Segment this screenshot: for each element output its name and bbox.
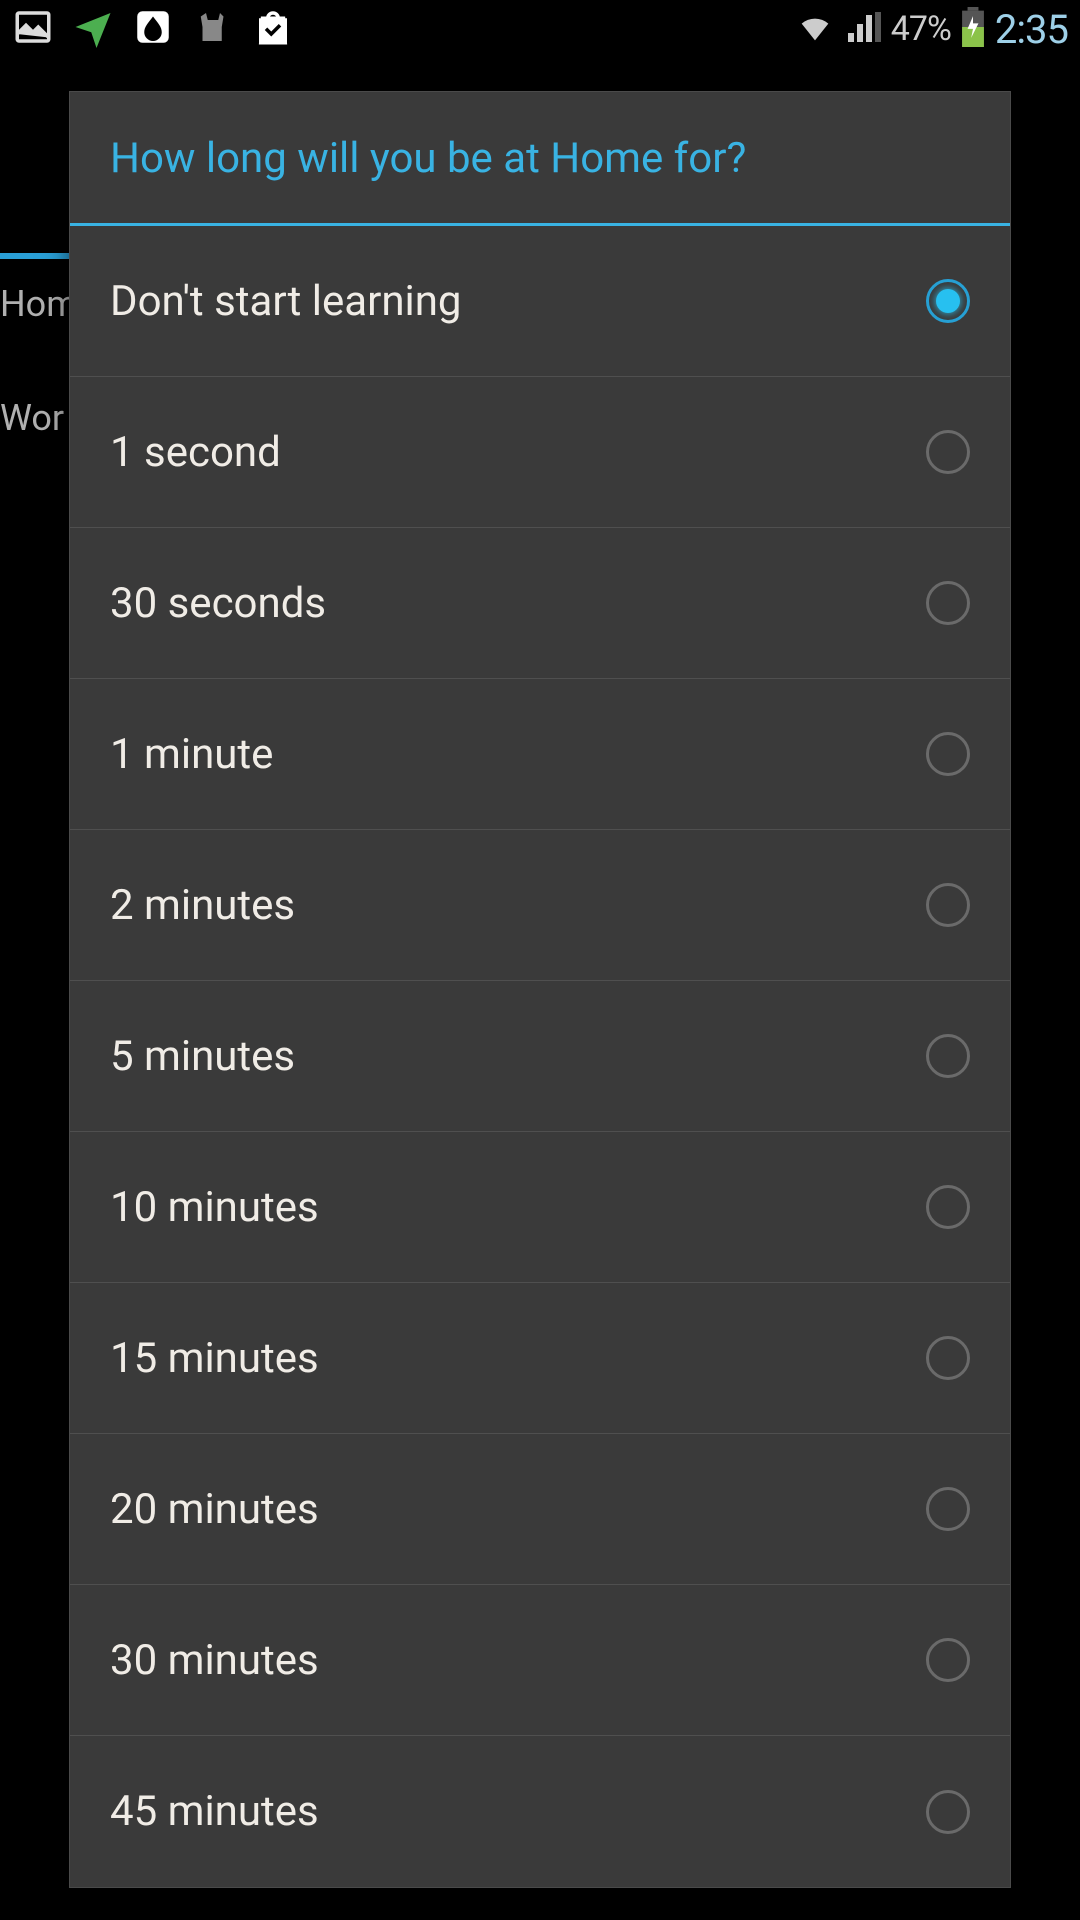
duration-option[interactable]: Don't start learning (70, 226, 1010, 377)
option-label: 30 seconds (110, 579, 326, 628)
radio-button[interactable] (926, 430, 970, 474)
option-label: 2 minutes (110, 881, 295, 930)
option-label: 15 minutes (110, 1334, 319, 1383)
duration-option[interactable]: 1 minute (70, 679, 1010, 830)
signal-icon (845, 9, 881, 49)
shopping-bag-check-icon (252, 6, 294, 52)
option-label: Don't start learning (110, 277, 462, 326)
option-label: 1 second (110, 428, 281, 477)
duration-option[interactable]: 2 minutes (70, 830, 1010, 981)
duration-option[interactable]: 1 second (70, 377, 1010, 528)
duration-option[interactable]: 45 minutes (70, 1736, 1010, 1887)
tab-work-partial: Wor (0, 373, 64, 463)
radio-button[interactable] (926, 1487, 970, 1531)
radio-button[interactable] (926, 1638, 970, 1682)
tab-home-partial: Hom (0, 253, 78, 349)
duration-option[interactable]: 30 minutes (70, 1585, 1010, 1736)
duration-option[interactable]: 10 minutes (70, 1132, 1010, 1283)
radio-button[interactable] (926, 279, 970, 323)
duration-option[interactable]: 30 seconds (70, 528, 1010, 679)
option-label: 10 minutes (110, 1183, 319, 1232)
dialog-title: How long will you be at Home for? (70, 92, 1010, 223)
radio-button[interactable] (926, 1336, 970, 1380)
option-label: 30 minutes (110, 1636, 319, 1685)
status-bar: 47% 2:35 (0, 0, 1080, 58)
drop-icon (132, 6, 174, 52)
option-label: 1 minute (110, 730, 273, 779)
radio-button[interactable] (926, 883, 970, 927)
llama-icon (192, 6, 234, 52)
duration-dialog: How long will you be at Home for? Don't … (69, 91, 1011, 1888)
option-label: 20 minutes (110, 1485, 319, 1534)
duration-option[interactable]: 20 minutes (70, 1434, 1010, 1585)
wifi-icon (795, 7, 835, 51)
option-list: Don't start learning 1 second 30 seconds 1 … (70, 226, 1010, 1887)
radio-button[interactable] (926, 1790, 970, 1834)
option-label: 5 minutes (110, 1032, 295, 1081)
battery-percentage: 47% (891, 9, 951, 49)
battery-charging-icon (961, 7, 985, 51)
option-label: 45 minutes (110, 1787, 319, 1836)
radio-button[interactable] (926, 732, 970, 776)
duration-option[interactable]: 5 minutes (70, 981, 1010, 1132)
duration-option[interactable]: 15 minutes (70, 1283, 1010, 1434)
radio-button[interactable] (926, 1185, 970, 1229)
radio-button[interactable] (926, 581, 970, 625)
gallery-icon (12, 6, 54, 52)
radio-button[interactable] (926, 1034, 970, 1078)
clock-time: 2:35 (995, 6, 1068, 53)
paper-plane-icon (72, 6, 114, 52)
